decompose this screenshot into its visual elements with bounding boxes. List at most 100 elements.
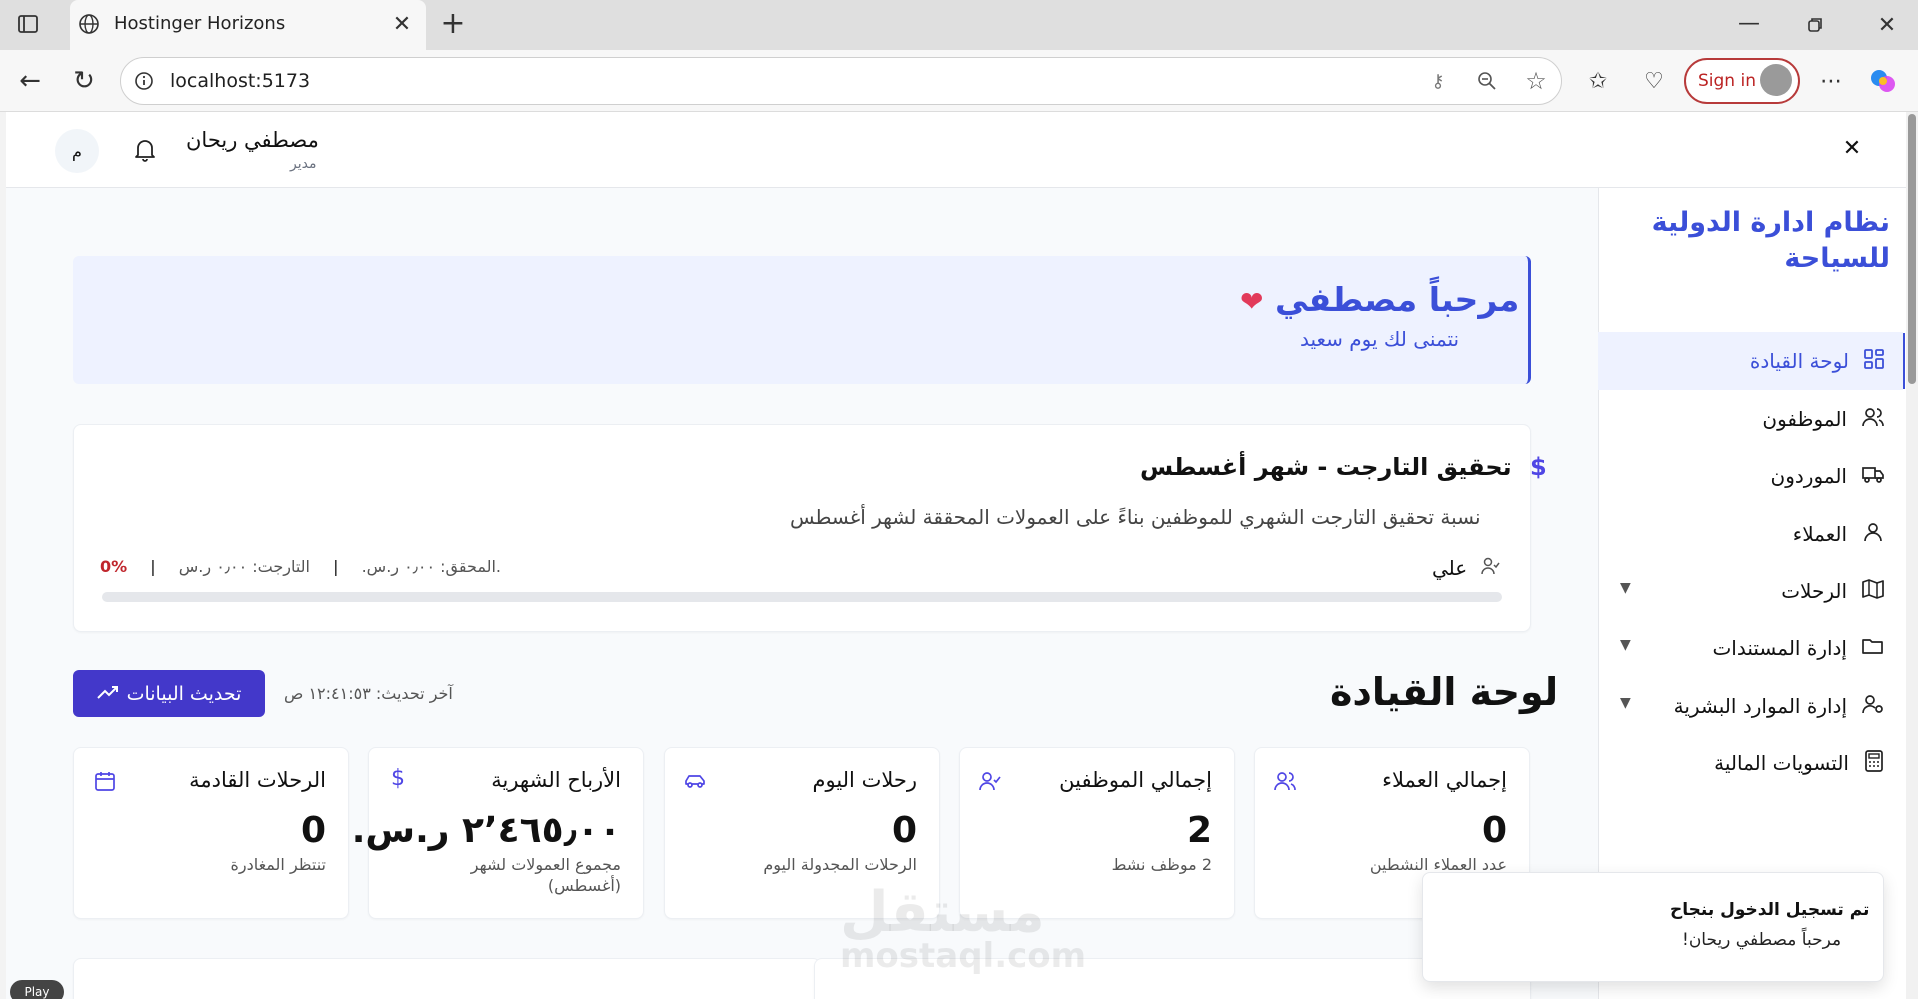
welcome-banner	[73, 256, 1531, 384]
user-check-icon	[978, 770, 1002, 796]
sidebar-item-trips[interactable]: الرحلات ▼	[1598, 562, 1903, 620]
sidebar-item-label: التسويات المالية	[1714, 751, 1849, 775]
watermark-latin: mostaql.com	[840, 936, 1087, 976]
user-cog-icon	[1861, 693, 1885, 720]
sidebar-item-documents[interactable]: إدارة المستندات ▼	[1598, 619, 1903, 677]
stat-subtitle: مجموع العمولات لشهر (أغسطس)	[470, 855, 621, 895]
user-name: مصطفي ريحان	[186, 128, 319, 152]
target-progress-bar	[102, 592, 1502, 602]
scrollbar-thumb[interactable]	[1908, 114, 1916, 384]
chevron-down-icon[interactable]: ▼	[1620, 637, 1631, 653]
sidebar-item-label: الموظفون	[1762, 407, 1847, 431]
close-tab-icon[interactable]: ✕	[390, 12, 414, 37]
target-title: $ تحقيق التارجت - شهر أغسطس	[1140, 453, 1547, 481]
refresh-button-label: تحديث البيانات	[126, 682, 242, 705]
stat-subtitle: الرحلات المجدولة اليوم	[763, 855, 917, 874]
welcome-title: مرحباً مصطفي ❤	[1240, 280, 1520, 319]
new-tab-icon[interactable]: +	[438, 6, 468, 41]
calculator-icon	[1863, 749, 1885, 778]
key-icon[interactable]: ⚷	[1426, 69, 1450, 93]
chevron-down-icon[interactable]: ▼	[1620, 695, 1631, 711]
dollar-icon: $	[1530, 453, 1547, 481]
folder-icon	[1861, 635, 1885, 662]
close-window-icon[interactable]: ✕	[1872, 10, 1902, 40]
users-icon	[1861, 406, 1885, 433]
trending-up-icon	[96, 683, 119, 705]
page-title: لوحة القيادة	[1330, 670, 1559, 714]
user-avatar[interactable]: م	[55, 129, 99, 173]
sidebar-item-label: إدارة المستندات	[1712, 636, 1847, 660]
restore-icon[interactable]	[1800, 10, 1830, 40]
zoom-out-icon[interactable]	[1474, 68, 1500, 94]
stat-title: الأرباح الشهرية	[491, 768, 621, 792]
sidebar-item-label: الموردون	[1770, 464, 1847, 488]
stat-subtitle: 2 موظف نشط	[1111, 855, 1212, 874]
toast-notification[interactable]	[1422, 872, 1884, 982]
brand-title: نظام ادارة الدولية للسياحة	[1651, 207, 1890, 274]
car-icon	[683, 772, 707, 794]
stat-value: 0	[891, 810, 917, 851]
sidebar-item-label: العملاء	[1792, 522, 1847, 546]
play-button[interactable]: Play	[10, 980, 64, 999]
target-percent: 0%	[100, 557, 128, 576]
stat-card-monthly-profit: الأرباح الشهرية $ ٢٬٤٦٥٫٠٠ ر.س. مجموع ال…	[352, 747, 644, 919]
target-achieved: المحقق: ٠٫٠٠ ر.س.	[361, 557, 496, 576]
last-update: آخر تحديث: ١٢:٤١:٥٣ ص	[284, 684, 453, 703]
user-check-icon	[1473, 556, 1500, 580]
address-bar[interactable]	[120, 57, 1562, 105]
toast-description: مرحباً مصطفي ريحان!	[1682, 930, 1842, 950]
signin-label: Sign in	[1698, 71, 1756, 91]
refresh-button[interactable]: تحديث البيانات	[73, 670, 265, 717]
sidebar-item-dashboard[interactable]: لوحة القيادة	[1598, 332, 1903, 390]
stat-value: 0	[300, 810, 326, 851]
dollar-icon: $	[391, 766, 405, 791]
heart-icon: ❤	[1240, 285, 1264, 318]
copilot-icon[interactable]	[1866, 64, 1900, 98]
back-icon[interactable]: ←	[14, 66, 46, 96]
sidebar-item-hr[interactable]: إدارة الموارد البشرية ▼	[1598, 677, 1903, 735]
sidebar-item-suppliers[interactable]: الموردون	[1598, 447, 1903, 505]
stat-title: رحلات اليوم	[812, 768, 917, 792]
tab-actions-icon[interactable]	[14, 10, 42, 38]
sidebar-item-label: لوحة القيادة	[1749, 349, 1849, 373]
stat-value: 0	[1481, 810, 1507, 851]
sidebar-item-label: الرحلات	[1781, 579, 1847, 603]
stat-value: 2	[1186, 810, 1212, 851]
toast-title: تم تسجيل الدخول بنجاح	[1670, 900, 1870, 920]
globe-icon	[76, 11, 102, 37]
bottom-card-left	[73, 958, 821, 999]
bell-icon[interactable]	[130, 135, 160, 165]
star-icon[interactable]: ☆	[1522, 67, 1550, 95]
calendar-icon	[94, 770, 116, 796]
users-icon	[1273, 770, 1297, 796]
stat-title: إجمالي الموظفين	[1059, 768, 1212, 792]
stat-subtitle: تنتظر المغادرة	[230, 855, 326, 874]
user-icon	[1861, 521, 1885, 548]
address-text[interactable]: localhost:5173	[170, 70, 310, 92]
info-icon[interactable]	[132, 69, 156, 93]
favorites-icon[interactable]: ✩	[1584, 67, 1612, 95]
chevron-down-icon[interactable]: ▼	[1620, 580, 1631, 596]
sidebar-item-employees[interactable]: الموظفون	[1598, 390, 1903, 448]
stat-card-upcoming-trips: الرحلات القادمة 0 تنتظر المغادرة	[73, 747, 349, 919]
dashboard-icon	[1863, 348, 1885, 375]
reload-icon[interactable]: ↻	[68, 66, 100, 96]
map-icon	[1861, 578, 1885, 605]
stat-value: ٢٬٤٦٥٫٠٠ ر.س.	[351, 810, 621, 851]
sidebar-item-label: إدارة الموارد البشرية	[1673, 694, 1847, 718]
profile-avatar-icon	[1760, 64, 1792, 96]
sidebar-item-settlements[interactable]: التسويات المالية	[1598, 734, 1903, 792]
close-sidebar-icon[interactable]: ✕	[1838, 134, 1866, 162]
target-meta: 0% | المحقق: ٠٫٠٠ ر.س. | التارجت: ٠٫٠٠ ر…	[100, 557, 501, 576]
tab-title: Hostinger Horizons	[114, 13, 286, 34]
sidebar-item-customers[interactable]: العملاء	[1598, 505, 1903, 563]
target-description: نسبة تحقيق التارجت الشهري للموظفين بناءً…	[790, 505, 1481, 529]
health-icon[interactable]: ♡	[1640, 67, 1668, 95]
stat-title: الرحلات القادمة	[189, 768, 326, 792]
user-role: مدير	[290, 156, 317, 172]
truck-icon	[1861, 463, 1885, 490]
welcome-subtitle: نتمنى لك يوم سعيد	[1300, 327, 1460, 351]
minimize-icon[interactable]: —	[1734, 8, 1764, 38]
more-options-icon[interactable]: ⋯	[1816, 66, 1846, 96]
stat-title: إجمالي العملاء	[1382, 768, 1507, 792]
